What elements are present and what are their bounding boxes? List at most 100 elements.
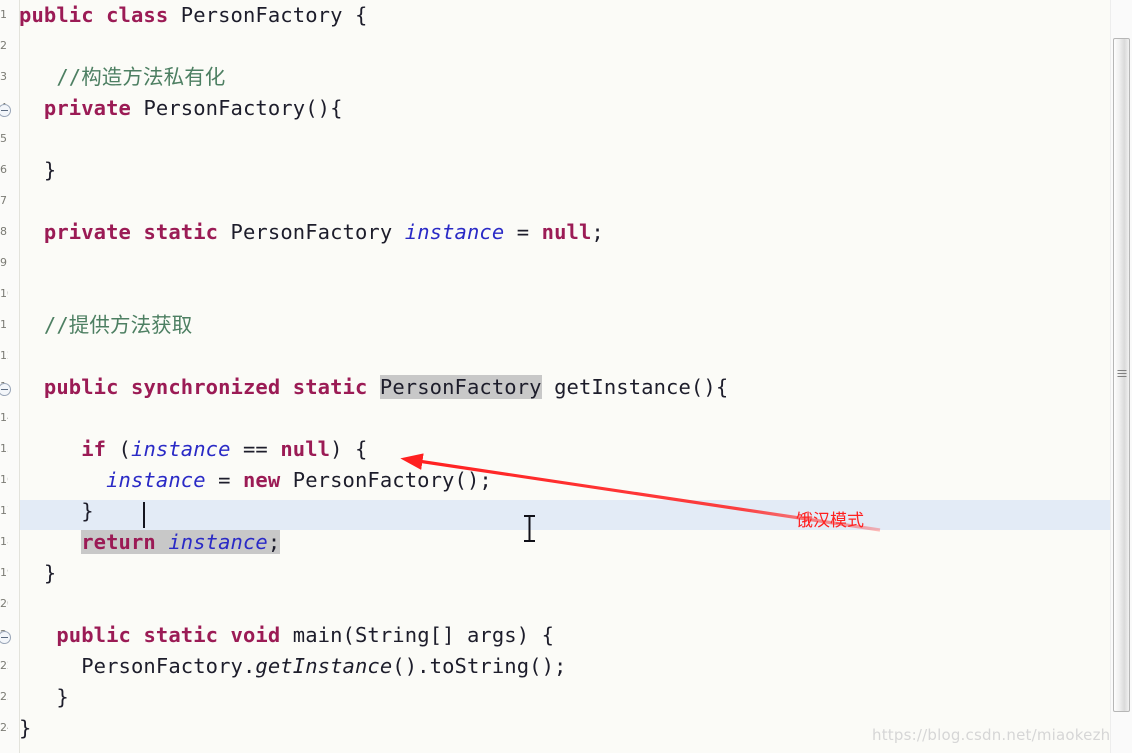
gutter-line-marker: 10: [0, 287, 8, 300]
gutter-line-marker: 5: [0, 132, 7, 145]
gutter-line-marker: 9: [0, 256, 7, 269]
code-line: public synchronized static PersonFactory…: [19, 375, 728, 399]
code-token: }: [43, 561, 57, 585]
code-line: private PersonFactory(){: [19, 96, 343, 120]
code-token: (: [106, 437, 131, 461]
code-token: }: [43, 158, 57, 182]
gutter-line-marker: 3: [0, 70, 7, 83]
code-line: public class PersonFactory {: [19, 3, 367, 27]
code-token: private: [43, 220, 131, 244]
annotation-label: 饿汉模式: [796, 511, 864, 531]
code-token: synchronized: [131, 375, 281, 399]
gutter-line-marker: 8: [0, 225, 7, 238]
gutter-line-marker: 1: [0, 8, 7, 21]
scrollbar-thumb[interactable]: [1113, 38, 1130, 712]
gutter-line-marker: 20: [0, 597, 8, 610]
scrollbar-grip-icon: [1117, 370, 1126, 379]
gutter-line-marker: 19: [0, 566, 8, 579]
code-line: return instance;: [19, 530, 281, 554]
code-token: public: [19, 3, 94, 27]
gutter-line-marker: 17: [0, 504, 8, 517]
code-token: =: [205, 468, 243, 492]
code-token: instance: [168, 530, 268, 554]
gutter-line-marker: 24: [0, 721, 8, 734]
code-line: PersonFactory.getInstance().toString();: [19, 654, 567, 678]
code-line: }: [19, 561, 56, 585]
code-line: if (instance == null) {: [19, 437, 367, 461]
code-line: instance = new PersonFactory();: [19, 468, 492, 492]
code-line: }: [19, 716, 31, 740]
code-token: PersonFactory {: [168, 3, 368, 27]
vertical-scrollbar[interactable]: [1110, 0, 1132, 753]
code-token: }: [56, 685, 69, 709]
gutter-line-marker: 22: [0, 659, 8, 672]
fold-line-13-collapse-icon[interactable]: [0, 383, 11, 396]
code-token: //构造方法私有化: [56, 65, 226, 89]
code-line: }: [19, 685, 69, 709]
code-token: static: [143, 623, 219, 647]
code-token: public: [56, 623, 131, 647]
code-line: //构造方法私有化: [19, 65, 225, 89]
code-token: instance: [106, 468, 206, 492]
code-token: ;: [267, 530, 281, 554]
code-token: if: [81, 437, 107, 461]
code-token: private: [43, 96, 131, 120]
gutter-line-marker: 23: [0, 690, 8, 703]
code-token: null: [541, 220, 592, 244]
code-token: null: [280, 437, 331, 461]
code-token: //提供方法获取: [43, 313, 193, 337]
code-token: static: [292, 375, 368, 399]
code-token: ==: [230, 437, 281, 461]
gutter-line-marker: 15: [0, 442, 8, 455]
code-editor[interactable]: 1234567891011121314151617181920212223242…: [0, 0, 1132, 753]
gutter-line-marker: 7: [0, 194, 7, 207]
code-token: getInstance: [255, 654, 393, 678]
code-line: }: [19, 158, 56, 182]
code-token: instance: [131, 437, 231, 461]
code-token: }: [81, 499, 94, 523]
fold-line-4-collapse-icon[interactable]: [0, 104, 11, 117]
fold-line-21-collapse-icon[interactable]: [0, 631, 11, 644]
code-token: return: [81, 530, 156, 554]
code-token: static: [143, 220, 219, 244]
code-token: PersonFactory: [218, 220, 405, 244]
source-code[interactable]: public class PersonFactory { //构造方法私有化 p…: [19, 0, 728, 744]
code-token: PersonFactory: [379, 375, 542, 399]
code-token: public: [43, 375, 119, 399]
gutter-line-marker: 6: [0, 163, 7, 176]
code-token: instance: [404, 220, 505, 244]
code-token: ) {: [330, 437, 368, 461]
gutter-line-marker: 11: [0, 318, 8, 331]
code-token: ;: [591, 220, 604, 244]
editor-gutter[interactable]: 1234567891011121314151617181920212223242…: [0, 0, 20, 753]
code-token: ().toString();: [392, 654, 567, 678]
code-token: main(String[] args) {: [280, 623, 555, 647]
code-token: [155, 530, 169, 554]
gutter-line-marker: 12: [0, 349, 8, 362]
code-token: getInstance(){: [541, 375, 729, 399]
gutter-line-marker: 16: [0, 473, 8, 486]
code-token: }: [19, 716, 32, 740]
code-token: new: [242, 468, 281, 492]
gutter-line-marker: 2: [0, 39, 7, 52]
gutter-line-marker: 14: [0, 411, 8, 424]
code-token: PersonFactory(){: [131, 96, 343, 120]
code-line: public static void main(String[] args) {: [19, 623, 554, 647]
text-caret: [143, 502, 145, 528]
code-surface[interactable]: public class PersonFactory { //构造方法私有化 p…: [19, 0, 1132, 753]
watermark-url: https://blog.csdn.net/miaokezhang: [872, 726, 1132, 744]
code-token: class: [106, 3, 169, 27]
code-token: =: [504, 220, 542, 244]
code-line: //提供方法获取: [19, 313, 192, 337]
code-token: void: [230, 623, 281, 647]
code-token: PersonFactory();: [280, 468, 492, 492]
code-line: }: [19, 499, 94, 523]
mouse-cursor-ibeam: [524, 515, 535, 542]
